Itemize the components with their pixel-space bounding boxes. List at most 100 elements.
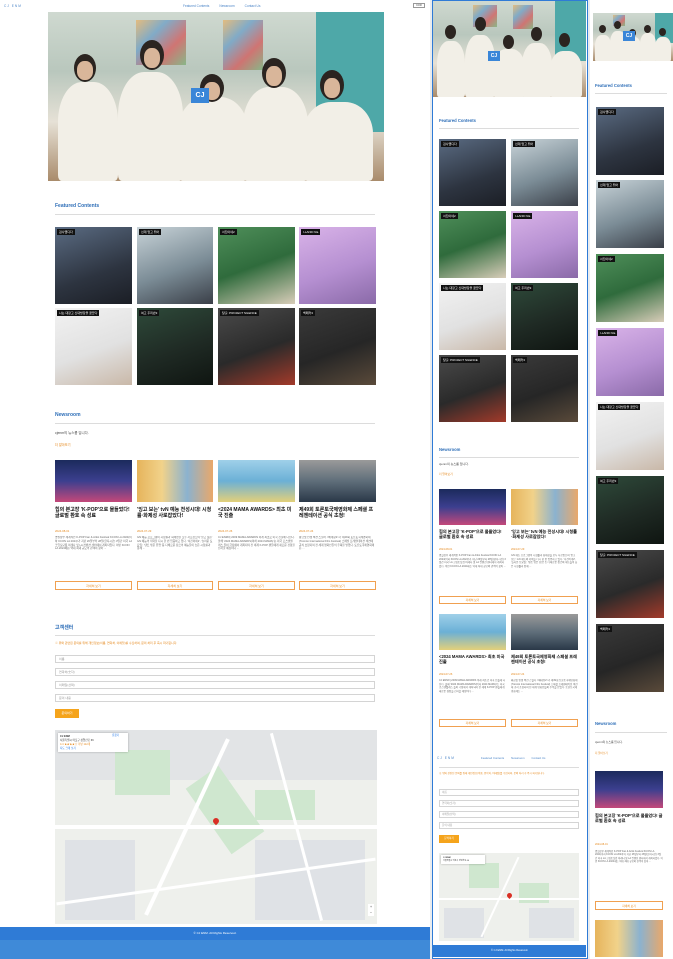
news-thumbnail[interactable] [511,489,578,525]
footer-fill [0,940,430,959]
featured-card[interactable]: 검사랩디다 [596,107,664,175]
newsroom-more-link[interactable]: 더 알아보기 [439,472,453,476]
newsroom-desc: cjenm의 뉴스룸 입니다. [439,462,469,466]
news-title[interactable]: 힙의 본고장 'K-POP'으로 물들었다! 글로벌 환호 속 성료 [55,507,132,520]
news-thumbnail[interactable] [137,460,213,502]
featured-card[interactable]: 백패커3 [299,308,376,385]
news-body: tvN 예능 프로그램이 시청률과 화제성을 모두 사로잡으며 '믿고 보는' … [137,536,213,551]
cj-logo-icon: CJ [191,88,209,103]
featured-card[interactable]: 나는 대장고 신대방장을 꿈꾼다 [596,402,664,470]
featured-card[interactable]: 탈출: PROJECT SILENCE [596,550,664,618]
news-body: 명실상부 세계적인 K-POP Fan & Artist Festival KC… [55,536,132,551]
contact-notice: ※ 위와 관련된 문의를 위해 개인정보(이름, 연락처, 이메일)를 수집하며… [55,641,178,645]
featured-card[interactable]: 백패커3 [596,624,664,692]
featured-card[interactable]: 백패커3 [511,355,578,422]
news-detail-button[interactable]: 자세히 보기 [439,596,506,604]
news-body: tvN 예능 프로그램이 시청률과 화제성을 모두 사로잡으며 '믿고 보는' … [511,554,578,568]
news-thumbnail[interactable] [439,489,506,525]
site-logo[interactable]: CJ ENM [4,4,22,8]
featured-card[interactable]: 서진이네2 [596,254,664,322]
news-detail-button[interactable]: 자세히 보기 [55,581,132,590]
featured-card[interactable]: 서진이네2 [439,211,506,278]
phone-input[interactable]: 연락처(숫자) [439,800,579,807]
news-thumbnail[interactable] [595,771,663,808]
hero-image: CJ [433,1,586,97]
message-input[interactable]: 문의 내용 [439,822,579,829]
featured-card[interactable]: 여고 추리반3 [137,308,213,385]
news-title[interactable]: 제49회 토론토국제영화제 스페셜 프레젠테이션 공식 초청! [299,507,376,520]
name-input[interactable]: 이름 [55,655,375,663]
nav-newsroom-link[interactable]: Newsroom [219,4,234,8]
nav-newsroom-link[interactable]: Newsroom [511,756,524,760]
news-title[interactable]: <2024 MAMA AWARDS> 최초 미국 진출 [218,507,295,520]
news-title[interactable]: 힙의 본고장 'K-POP'으로 물들었다! 글로벌 환호 속 성료 [439,529,506,540]
site-logo[interactable]: CJ ENM [437,756,455,760]
featured-card[interactable]: 선재 업고 튀어 [596,180,664,248]
submit-button[interactable]: 문의하기 [55,709,79,718]
featured-title: Featured Contents [55,203,100,209]
nav-featured-link[interactable]: Featured Contents [481,756,504,760]
location-map[interactable]: CJ ENM 서울특별시 마포구 상암산로 66 [439,853,579,941]
nav-featured-link[interactable]: Featured Contents [183,4,209,8]
featured-card[interactable]: 탈출: PROJECT SILENCE [218,308,295,385]
email-input[interactable]: 이메일(선택) [55,681,375,689]
featured-card[interactable]: 여고 추리반3 [596,476,664,544]
name-input[interactable]: 이름 [439,789,579,796]
top-nav: CJ ENM Featured Contents Newsroom Contac… [433,753,587,763]
news-date: 2024-07-24 [299,529,314,533]
newsroom-more-link[interactable]: 더 알아보기 [595,751,608,755]
footer: © CJ ENM. All Rights Reserved. [433,945,586,957]
newsroom-more-link[interactable]: 더 알아보기 [55,442,71,447]
nav-contact-link[interactable]: Contact Us [245,4,261,8]
news-body: 황금빛 인생 액션 스릴러 <베테랑2>가 제49회 토론토국제영화제(Toro… [299,536,375,551]
desktop-view: CJ ENM Featured Contents Newsroom Contac… [0,0,430,940]
newsroom-title: Newsroom [439,447,461,452]
map-info-card: CJ ENM 서울특별시 마포구 상암산로 66 [441,855,485,864]
news-thumbnail[interactable] [439,614,506,650]
submit-button[interactable]: 문의하기 [439,835,459,843]
featured-card[interactable]: 서진이네2 [218,227,295,304]
featured-card[interactable]: 탈출: PROJECT SILENCE [439,355,506,422]
newsroom-title: Newsroom [595,721,617,726]
news-detail-button[interactable]: 자세히 보기 [511,719,578,727]
news-title[interactable]: '잉고 보는' tvN 예능 전성시대! 시청률·화제성 사로잡았다! [137,507,213,520]
language-select[interactable]: KOR [413,3,425,8]
featured-card[interactable]: 여고 추리반3 [511,283,578,350]
news-detail-button[interactable]: 자세히 보기 [511,596,578,604]
featured-card[interactable]: 선재 업고 튀어 [137,227,213,304]
location-map[interactable]: CJ ENM 서울특별시 마포구 상암산로 66 4.4 ★★★★☆ 리뷰 11… [55,730,377,924]
news-detail-button[interactable]: 자세히 보기 [299,581,376,590]
news-detail-button[interactable]: 자세히 보기 [218,581,295,590]
news-thumbnail[interactable] [511,614,578,650]
featured-card[interactable]: I-LAND N/a [299,227,376,304]
news-title[interactable]: '잉고 보는' tvN 예능 전성시대! 시청률·화제성 사로잡았다! [511,529,578,540]
featured-card[interactable]: 나는 대장고 신대방장을 꿈꾼다 [55,308,132,385]
newsroom-desc: cjenm의 뉴스룸 입니다. [595,740,623,744]
news-detail-button[interactable]: 자세히 보기 [439,719,506,727]
top-nav: CJ ENM Featured Contents Newsroom Contac… [0,0,430,11]
featured-card[interactable]: I-LAND N/a [596,328,664,396]
map-larger-link[interactable]: 지도 크게 보기 [60,746,126,750]
featured-title: Featured Contents [439,118,476,123]
news-detail-button[interactable]: 자세히 보기 [595,901,663,910]
map-zoom-control[interactable]: + − [368,904,374,916]
news-title[interactable]: 제49회 토론토국제영화제 스페셜 프레젠테이션 공식 초청! [511,654,578,665]
featured-card[interactable]: 검사랩디다 [55,227,132,304]
map-directions-link[interactable]: 길찾기 [112,733,119,737]
nav-contact-link[interactable]: Contact Us [532,756,546,760]
featured-card[interactable]: 선재 업고 튀어 [511,139,578,206]
message-input[interactable]: 문의 내용 [55,694,375,702]
news-detail-button[interactable]: 자세히 보기 [137,581,213,590]
news-thumbnail[interactable] [55,460,132,502]
featured-card[interactable]: 검사랩디다 [439,139,506,206]
news-thumbnail[interactable] [595,920,663,957]
news-title[interactable]: 힙의 본고장 'K-POP'으로 물들었다! 글로벌 환호 속 성료 [595,813,663,824]
email-input[interactable]: 이메일(선택) [439,811,579,818]
featured-card[interactable]: I-LAND N/a [511,211,578,278]
news-title[interactable]: <2024 MAMA AWARDS> 최초 미국 진출 [439,654,506,665]
featured-card[interactable]: 나는 대장고 신대방장을 꿈꾼다 [439,283,506,350]
news-thumbnail[interactable] [218,460,295,502]
mobile-view: CJ Featured Contents 검사랩디다 선재 업고 튀어 서진이네… [590,0,673,959]
news-thumbnail[interactable] [299,460,376,502]
phone-input[interactable]: 연락처(숫자) [55,668,375,676]
